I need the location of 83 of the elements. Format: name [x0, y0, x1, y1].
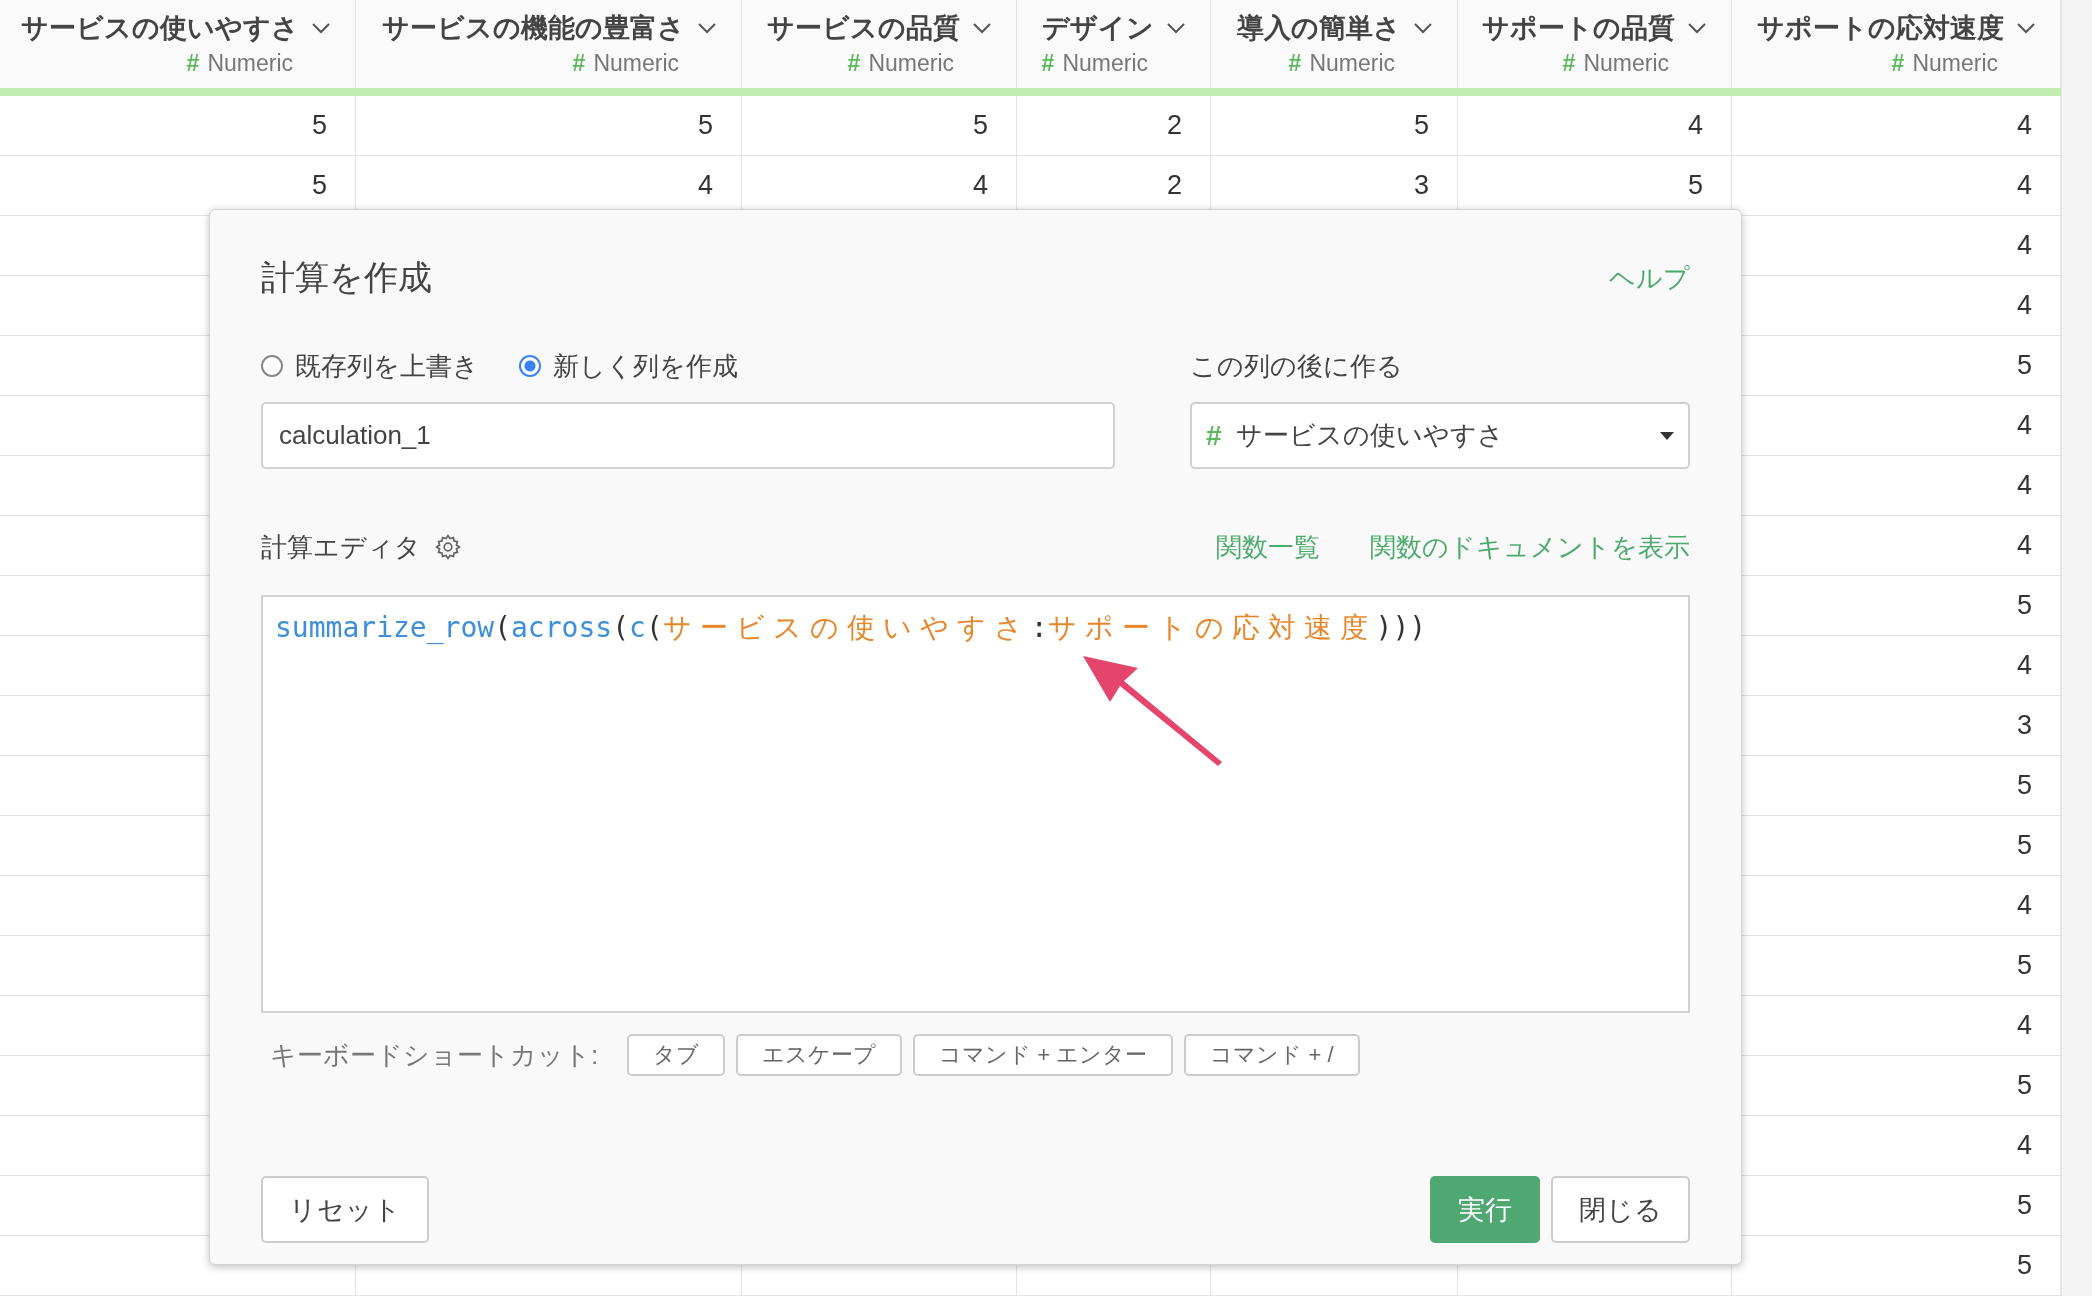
table-cell: 4	[2016, 470, 2032, 501]
shortcut-key[interactable]: タブ	[627, 1034, 726, 1076]
column-name: 導入の簡単さ	[1237, 12, 1401, 45]
table-cell: 4	[2016, 170, 2032, 201]
table-cell: 5	[2016, 350, 2032, 381]
table-cell: 5	[2016, 1070, 2032, 1101]
table-cell: 4	[2016, 1130, 2032, 1161]
column-type: Numeric	[1583, 50, 1669, 77]
editor-label: 計算エディタ	[261, 530, 421, 564]
close-button[interactable]: 閉じる	[1551, 1176, 1690, 1243]
table-cell: 3	[1413, 170, 1429, 201]
table-cell: 5	[311, 110, 327, 141]
table-cell: 4	[697, 170, 713, 201]
type-icon: #	[572, 50, 586, 77]
column-type: Numeric	[1062, 50, 1148, 77]
column-name: サービスの機能の豊富さ	[382, 12, 685, 45]
column-name: サポートの品質	[1482, 12, 1675, 45]
shortcuts-label: キーボードショートカット:	[270, 1038, 599, 1072]
radio-option[interactable]: 既存列を上書き	[261, 348, 479, 384]
table-cell: 4	[2016, 890, 2032, 921]
column-header[interactable]: サポートの品質 # Numeric	[1458, 0, 1732, 88]
column-type: Numeric	[593, 50, 679, 77]
chevron-down-icon[interactable]	[697, 22, 717, 34]
type-icon: #	[186, 50, 200, 77]
column-name: サービスの品質	[767, 12, 960, 45]
table-cell: 4	[972, 170, 988, 201]
table-cell: 5	[2016, 770, 2032, 801]
table-cell: 4	[2016, 650, 2032, 681]
table-cell: 5	[1687, 170, 1703, 201]
column-header[interactable]: サービスの品質 # Numeric	[742, 0, 1017, 88]
chevron-down-icon[interactable]	[2016, 22, 2036, 34]
field-label: この列の後に作る	[1190, 349, 1404, 383]
column-type: Numeric	[1912, 50, 1998, 77]
reset-button[interactable]: リセット	[261, 1176, 429, 1243]
chevron-down-icon[interactable]	[972, 22, 992, 34]
column-name: サービスの使いやすさ	[21, 12, 299, 45]
column-name-field[interactable]: calculation_1	[261, 402, 1115, 469]
column-name: デザイン	[1042, 12, 1154, 45]
code-editor[interactable]: summarize_row(across(c(サービスの使いやすさ:サポートの応対速度)))	[261, 595, 1690, 1013]
table-cell: 2	[1166, 170, 1182, 201]
table-cell: 4	[2016, 530, 2032, 561]
table-cell: 5	[2016, 1250, 2032, 1281]
table-cell: 5	[697, 110, 713, 141]
table-cell: 4	[1687, 110, 1703, 141]
table-cell: 3	[2016, 710, 2032, 741]
shortcut-key[interactable]: エスケープ	[736, 1034, 903, 1076]
chevron-down-icon[interactable]	[1413, 22, 1433, 34]
type-icon: #	[1891, 50, 1905, 77]
chevron-down-icon[interactable]	[1166, 22, 1186, 34]
table-cell: 4	[2016, 230, 2032, 261]
column-header[interactable]: サービスの使いやすさ # Numeric	[0, 0, 356, 88]
type-icon: #	[1041, 50, 1055, 77]
type-icon: #	[1288, 50, 1302, 77]
column-type: Numeric	[207, 50, 293, 77]
shortcut-key[interactable]: コマンド + エンター	[913, 1034, 1174, 1076]
caret-icon	[1660, 431, 1674, 440]
column-header[interactable]: サービスの機能の豊富さ # Numeric	[356, 0, 742, 88]
table-cell: 5	[2016, 590, 2032, 621]
settings-icon[interactable]	[435, 534, 461, 560]
shortcut-key[interactable]: コマンド + /	[1184, 1034, 1360, 1076]
table-cell: 4	[2016, 290, 2032, 321]
column-type: Numeric	[1309, 50, 1395, 77]
type-icon: #	[1562, 50, 1576, 77]
dialog-title: 計算を作成	[261, 257, 432, 298]
radio-option[interactable]: 新しく列を作成	[519, 348, 738, 384]
table-cell: 4	[2016, 110, 2032, 141]
table-cell: 4	[2016, 410, 2032, 441]
column-name: サポートの応対速度	[1757, 12, 2004, 45]
table-cell: 4	[2016, 1010, 2032, 1041]
table-cell: 5	[311, 170, 327, 201]
column-header[interactable]: 導入の簡単さ # Numeric	[1211, 0, 1458, 88]
type-icon: #	[847, 50, 861, 77]
table-cell: 5	[2016, 1190, 2032, 1221]
chevron-down-icon[interactable]	[1687, 22, 1707, 34]
table-cell: 5	[1413, 110, 1429, 141]
column-select[interactable]: # サービスの使いやすさ	[1190, 402, 1690, 469]
column-header[interactable]: デザイン # Numeric	[1017, 0, 1211, 88]
table-cell: 5	[2016, 950, 2032, 981]
column-type: Numeric	[868, 50, 954, 77]
table-cell: 5	[972, 110, 988, 141]
chevron-down-icon[interactable]	[311, 22, 331, 34]
table-cell: 5	[2016, 830, 2032, 861]
table-cell: 2	[1166, 110, 1182, 141]
